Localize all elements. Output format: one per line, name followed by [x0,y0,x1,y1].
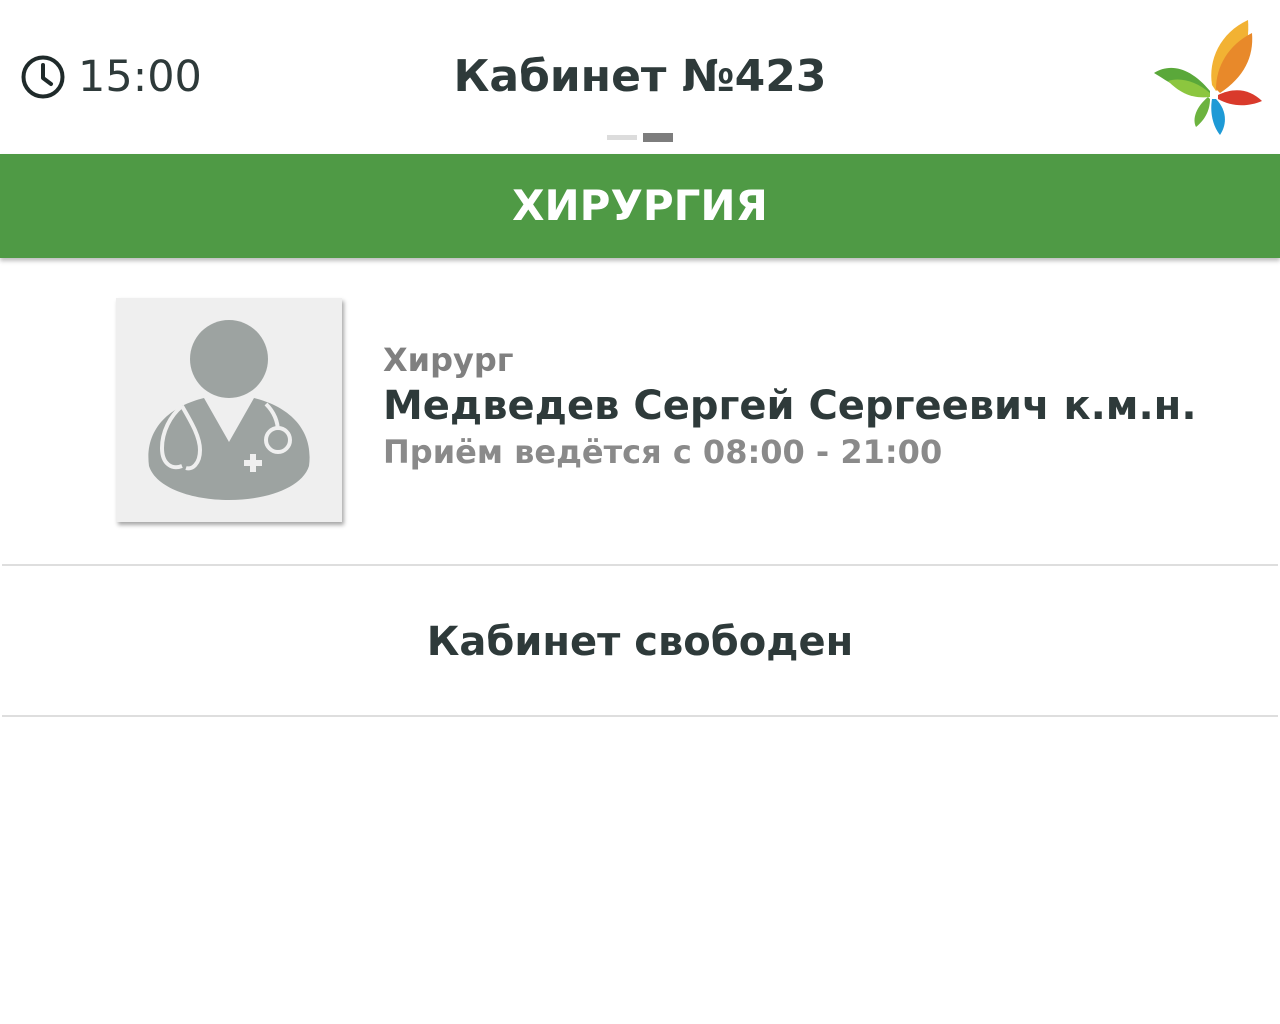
page-indicator-dot-1[interactable] [607,135,637,140]
department-bar: ХИРУРГИЯ [0,154,1280,258]
page-indicator [607,133,679,142]
doctor-card: Хирург Медведев Сергей Сергеевич к.м.н. … [0,298,1280,528]
page-indicator-dot-2-active[interactable] [643,133,673,142]
divider-bottom [2,715,1278,717]
doctor-avatar-icon [148,320,310,500]
doctor-avatar [116,298,342,522]
doctor-role: Хирург [383,341,514,379]
butterfly-logo [1154,20,1262,135]
doctor-info: Хирург Медведев Сергей Сергеевич к.м.н. … [383,340,1263,472]
doctor-hours: Приём ведётся с 08:00 - 21:00 [383,433,943,471]
cabinet-title: Кабинет №423 [453,51,827,102]
divider-top [2,564,1278,566]
doctor-name: Медведев Сергей Сергеевич к.м.н. [383,383,1197,429]
department-title: ХИРУРГИЯ [512,181,768,230]
header: 15:00 Кабинет №423 [0,0,1280,153]
cabinet-status: Кабинет свободен [426,619,854,665]
